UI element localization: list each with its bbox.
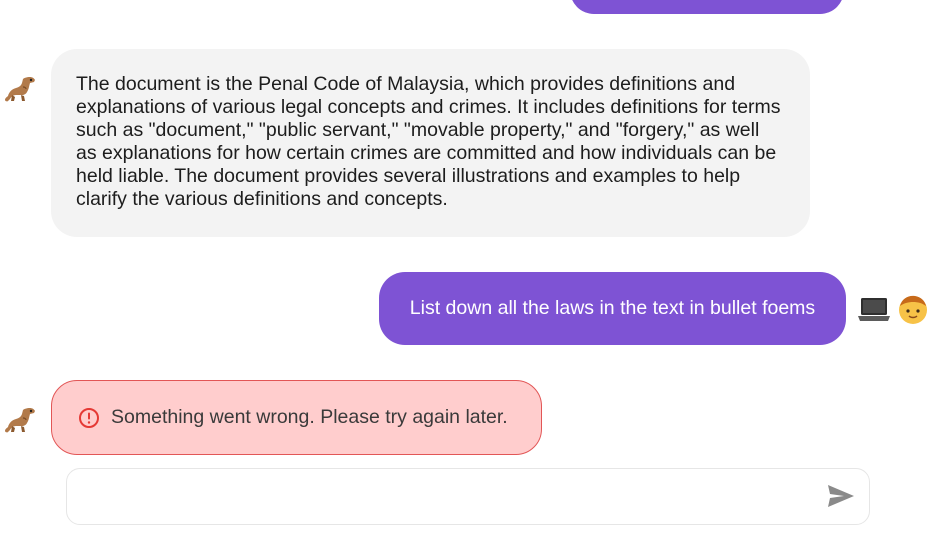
assistant-message-text: The document is the Penal Code of Malays… xyxy=(76,73,781,210)
error-message-text: Something went wrong. Please try again l… xyxy=(111,406,508,428)
alert-circle-icon xyxy=(78,407,100,429)
dinosaur-emoji-icon xyxy=(2,70,40,108)
message-input[interactable] xyxy=(85,469,819,526)
user-message-bubble xyxy=(570,0,844,14)
send-icon xyxy=(826,483,856,512)
chat-window: The document is the Penal Code of Malays… xyxy=(0,0,944,536)
laptop-emoji-icon xyxy=(856,294,892,329)
person-emoji-icon xyxy=(896,292,930,331)
user-message-bubble: List down all the laws in the text in bu… xyxy=(379,272,846,345)
send-button[interactable] xyxy=(823,481,859,513)
message-composer xyxy=(66,468,870,526)
assistant-message-bubble: The document is the Penal Code of Malays… xyxy=(51,49,810,237)
user-message-text: List down all the laws in the text in bu… xyxy=(409,297,816,319)
dinosaur-emoji-icon xyxy=(2,401,40,439)
user-avatar-group xyxy=(856,292,930,331)
error-message-bubble: Something went wrong. Please try again l… xyxy=(51,380,542,455)
